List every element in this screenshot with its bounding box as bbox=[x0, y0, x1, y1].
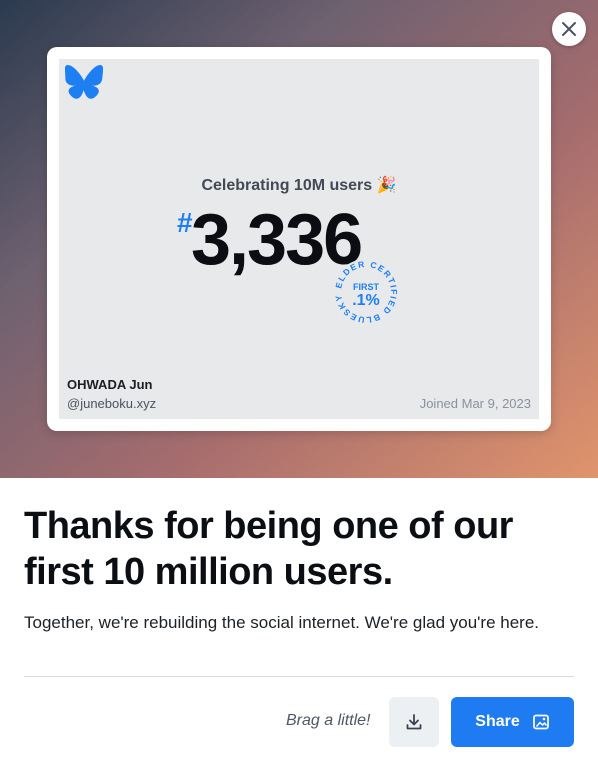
badge-first-label: FIRST bbox=[353, 282, 380, 292]
milestone-card: Celebrating 10M users 🎉 # 3,336 ELDER CE… bbox=[47, 47, 551, 431]
download-button[interactable] bbox=[389, 697, 439, 747]
milestone-card-inner: Celebrating 10M users 🎉 # 3,336 ELDER CE… bbox=[59, 59, 539, 419]
close-icon bbox=[562, 22, 576, 36]
user-display-name: OHWADA Jun bbox=[67, 377, 153, 392]
elder-certified-badge: ELDER CERTIFIED BLUESKY FIRST .1% bbox=[333, 259, 399, 325]
user-handle: @juneboku.xyz bbox=[67, 396, 157, 411]
badge-fraction-label: .1% bbox=[352, 292, 380, 309]
dialog-subtext: Together, we're rebuilding the social in… bbox=[24, 613, 539, 632]
brag-label: Brag a little! bbox=[286, 712, 371, 729]
celebration-caption: Celebrating 10M users 🎉 bbox=[201, 177, 397, 194]
image-share-icon bbox=[532, 714, 549, 730]
joined-date: Joined Mar 9, 2023 bbox=[419, 396, 531, 411]
milestone-dialog: Celebrating 10M users 🎉 # 3,336 ELDER CE… bbox=[0, 0, 598, 771]
dialog-headline: Thanks for being one of our first 10 mil… bbox=[24, 505, 513, 593]
hero-banner: Celebrating 10M users 🎉 # 3,336 ELDER CE… bbox=[0, 0, 598, 478]
share-button-label: Share bbox=[475, 713, 520, 730]
download-icon bbox=[406, 714, 422, 730]
divider bbox=[24, 676, 574, 677]
share-button[interactable]: Share bbox=[451, 697, 574, 747]
close-button[interactable] bbox=[552, 12, 586, 46]
bluesky-butterfly-logo bbox=[65, 65, 103, 99]
